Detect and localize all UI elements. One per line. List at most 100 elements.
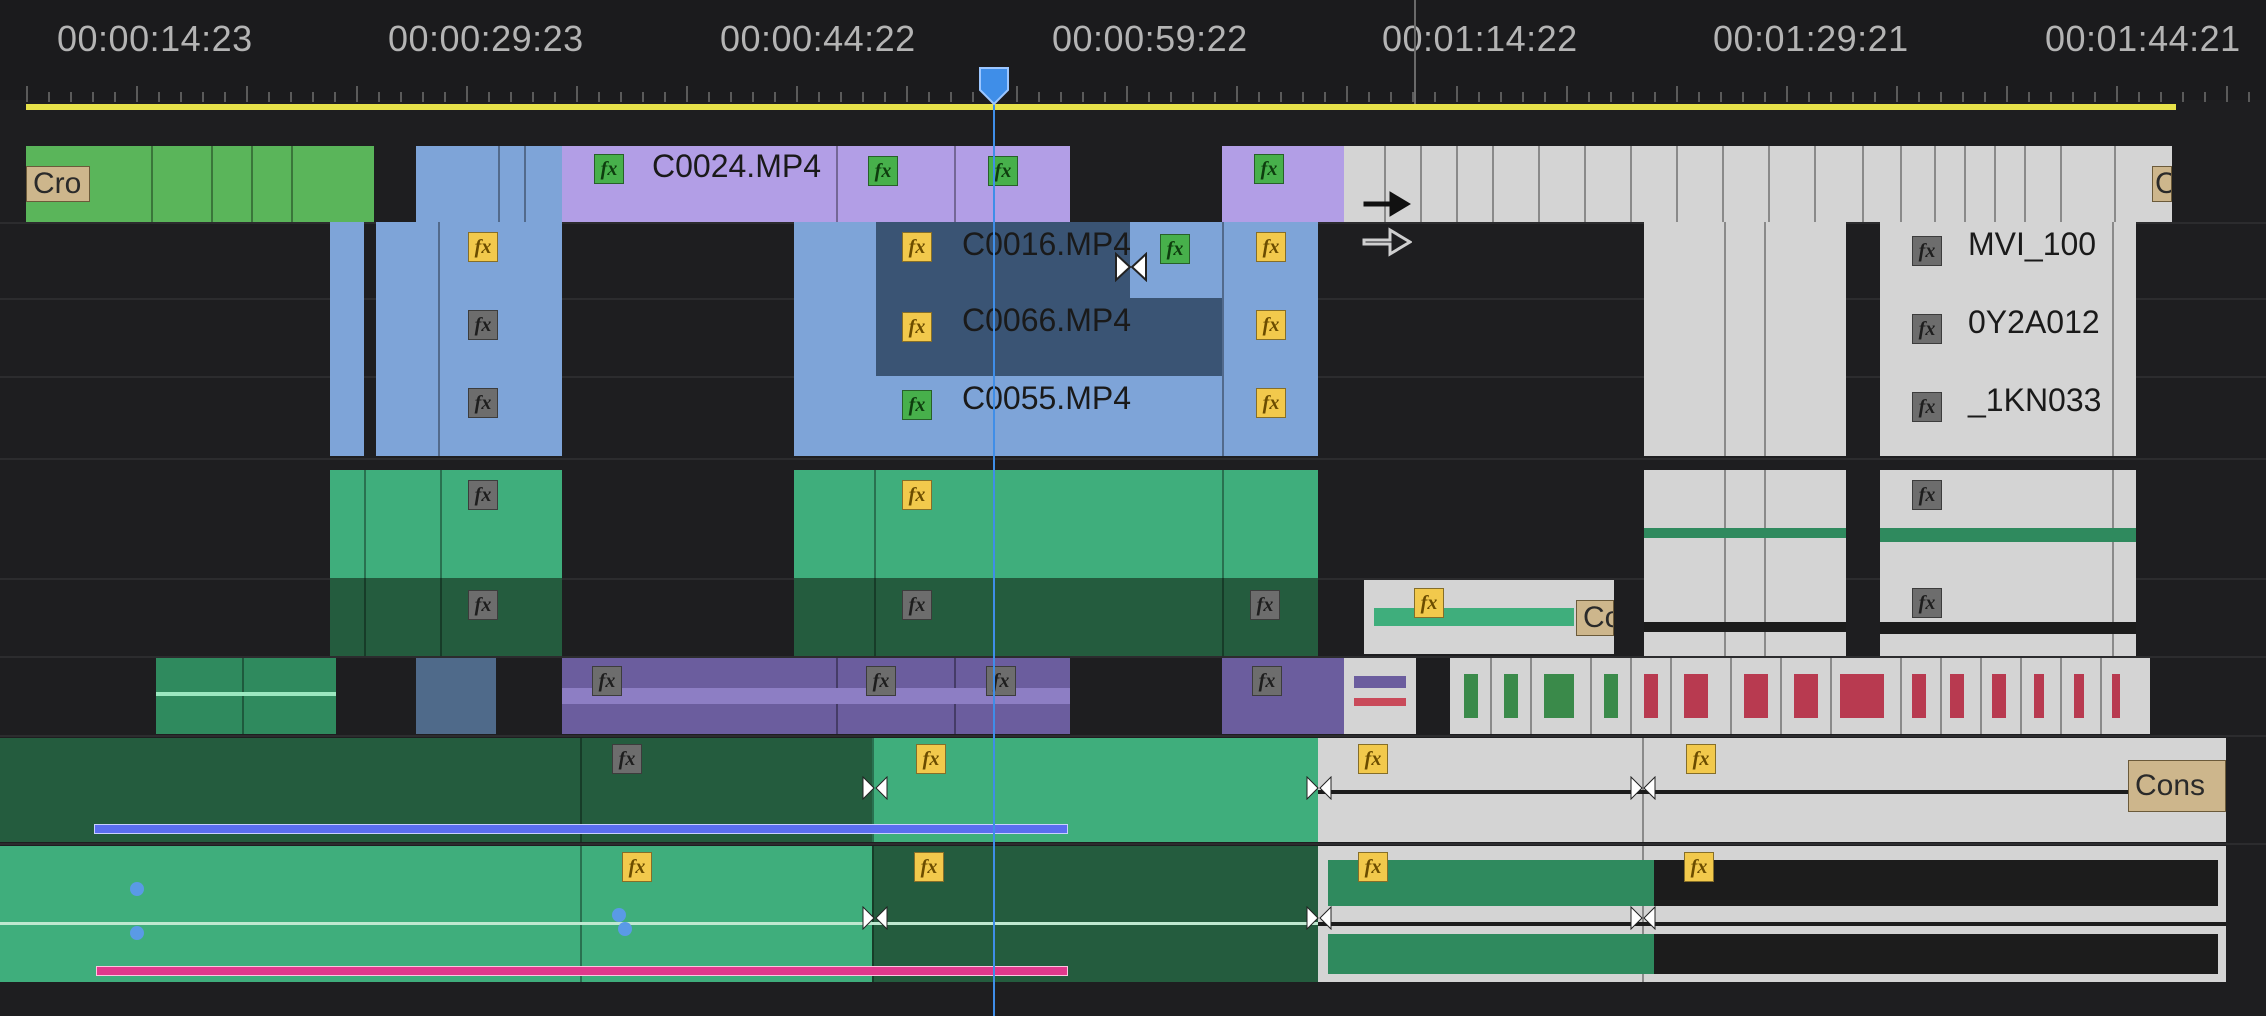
timecode-label: 00:00:29:23 [388,18,584,59]
fx-badge-icon[interactable]: fx [902,232,932,262]
audio-clip[interactable]: fx [330,578,562,656]
keyframe-icon[interactable] [612,908,626,922]
ruler-tick [950,92,952,102]
transition-icon[interactable] [1630,905,1656,935]
ruler-tick [1236,86,1238,102]
fx-badge-icon[interactable]: fx [866,666,896,696]
video-clip-green[interactable]: Cro [26,146,374,222]
video-clip-c0066[interactable]: fx C0066.MP4 [876,298,1222,376]
ruler-tick [708,92,710,102]
audio-clip-gray[interactable] [1450,658,2150,734]
keyframe-icon[interactable] [130,926,144,940]
fx-badge-icon[interactable]: fx [1912,314,1942,344]
fx-badge-icon[interactable]: fx [1256,232,1286,262]
audio-clip[interactable]: fx fx [794,578,1318,656]
time-ruler[interactable]: 00:00:14:23 00:00:29:23 00:00:44:22 00:0… [0,0,2266,110]
audio-clip[interactable] [416,658,496,734]
work-area-bar[interactable] [26,104,2176,110]
transition-icon[interactable] [862,775,888,805]
video-clip-gray[interactable] [1644,222,1846,456]
fx-badge-icon[interactable]: fx [1912,392,1942,422]
fx-badge-icon[interactable]: fx [1414,588,1444,618]
keyframe-icon[interactable] [130,882,144,896]
fx-badge-icon[interactable]: fx [1358,744,1388,774]
ruler-tick [1830,92,1832,102]
ruler-tick [92,92,94,102]
timecode-label: 00:00:44:22 [720,18,916,59]
fx-badge-icon[interactable]: fx [468,310,498,340]
audio-clip-gray[interactable] [1344,658,1416,734]
ruler-tick [1434,92,1436,102]
video-clip-blue[interactable] [416,146,562,222]
video-clip-blue[interactable]: fx fx fx [376,222,562,456]
track-divider [0,458,2266,460]
clip-label: Cons [2128,760,2226,812]
video-clip-blue[interactable] [330,222,364,456]
ruler-tick [2226,86,2228,102]
fx-badge-icon[interactable]: fx [468,480,498,510]
transition-icon[interactable] [1306,905,1332,935]
ruler-tick [1082,92,1084,102]
fx-badge-icon[interactable]: fx [592,666,622,696]
fx-badge-icon[interactable]: fx [1256,388,1286,418]
ruler-tick [1346,86,1348,102]
fx-badge-icon[interactable]: fx [1254,154,1284,184]
playhead-icon[interactable] [978,66,1010,111]
audio-clip-gray[interactable]: fx fx [1318,846,2226,982]
ruler-tick [1192,92,1194,102]
audio-clip[interactable] [156,658,336,734]
fx-badge-icon[interactable]: fx [914,852,944,882]
fx-badge-icon[interactable]: fx [468,388,498,418]
fx-badge-icon[interactable]: fx [1912,588,1942,618]
transition-icon[interactable] [1306,775,1332,805]
keyframe-icon[interactable] [618,922,632,936]
ruler-tick [290,92,292,102]
video-clip-gray[interactable]: C [1344,146,2172,222]
audio-clip-music[interactable]: fx fx [0,846,1318,982]
ruler-tick [928,92,930,102]
fx-badge-icon[interactable]: fx [612,744,642,774]
ruler-tick [1808,92,1810,102]
fx-badge-icon[interactable]: fx [1250,590,1280,620]
fx-badge-icon[interactable]: fx [594,154,624,184]
audio-clip[interactable]: fx [330,470,562,578]
audio-clip-music[interactable]: fx fx [0,738,1318,842]
video-clip-c0055[interactable]: fx C0055.MP4 [876,376,1222,456]
playhead-line[interactable] [993,84,995,1016]
audio-clip-gray[interactable] [1644,470,1846,656]
audio-clip-purple[interactable]: fx [1222,658,1344,734]
audio-clip[interactable]: fx [794,470,1318,578]
fx-badge-icon[interactable]: fx [902,480,932,510]
audio-clip-gray[interactable]: fx fx [1880,470,2136,656]
fx-badge-icon[interactable]: fx [1912,480,1942,510]
fx-badge-icon[interactable]: fx [916,744,946,774]
fx-badge-icon[interactable]: fx [902,312,932,342]
fx-badge-icon[interactable]: fx [468,590,498,620]
video-clip-gray[interactable]: fx MVI_100 fx 0Y2A012 fx _1KN033 [1880,222,2136,456]
ruler-tick [1918,92,1920,102]
fx-badge-icon[interactable]: fx [468,232,498,262]
audio-clip-gray[interactable]: fx fx Cons [1318,738,2226,842]
ruler-tick [1742,92,1744,102]
transition-icon[interactable] [862,905,888,935]
fx-badge-icon[interactable]: fx [1160,234,1190,264]
audio-clip-gray[interactable]: fx Co [1364,580,1614,654]
ruler-tick [1896,86,1898,102]
video-clip-c0016[interactable]: fx C0016.MP4 [876,222,1130,298]
ruler-tick [378,92,380,102]
fx-badge-icon[interactable]: fx [868,156,898,186]
fx-badge-icon[interactable]: fx [1252,666,1282,696]
fx-badge-icon[interactable]: fx [1358,852,1388,882]
fx-badge-icon[interactable]: fx [902,590,932,620]
fx-badge-icon[interactable]: fx [902,390,932,420]
clip-label: Co [1576,600,1614,636]
fx-badge-icon[interactable]: fx [1256,310,1286,340]
fx-badge-icon[interactable]: fx [986,666,1016,696]
fx-badge-icon[interactable]: fx [1912,236,1942,266]
transition-icon[interactable] [1630,775,1656,805]
fx-badge-icon[interactable]: fx [1686,744,1716,774]
video-clip-purple[interactable]: fx [1222,146,1344,222]
fx-badge-icon[interactable]: fx [622,852,652,882]
fx-badge-icon[interactable]: fx [1684,852,1714,882]
clip-label: C0016.MP4 [962,226,1130,262]
